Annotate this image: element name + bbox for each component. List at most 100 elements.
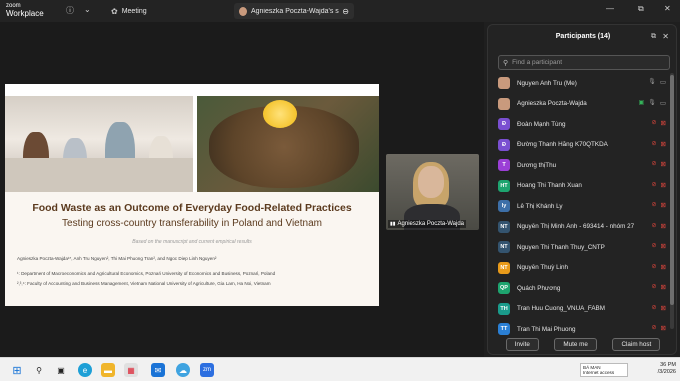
microphone-icon[interactable]: 🎙 [648,99,656,107]
search-icon[interactable]: ⚲ [32,363,46,377]
participant-row[interactable]: NT Nguyễn Thuỳ Linh ⊘ ⊠ [488,258,670,279]
camera-off-icon[interactable]: ⊠ [661,283,666,291]
microphone-icon[interactable]: 🎙 [648,78,656,86]
avatar: T [498,159,510,172]
participant-search-input[interactable]: ⚲ Find a participant [498,55,670,70]
avatar [239,6,247,16]
popout-icon[interactable]: ⧉ [651,33,656,41]
participant-row[interactable]: TH Tran Huu Cuong_VNUA_FABM ⊘ ⊠ [488,299,670,320]
avatar: NT [498,220,510,233]
more-icon[interactable]: ⊖ [342,7,349,16]
camera-icon[interactable]: ▭ [660,78,666,86]
microphone-muted-icon[interactable]: ⊘ [652,140,657,148]
participant-row[interactable]: TT Tran Thi Mai Phuong ⊘ ⊠ [488,319,670,340]
close-icon[interactable]: ✕ [662,32,669,41]
participant-row[interactable]: Agnieszka Poczta-Wajda ▣ 🎙 ▭ [488,94,670,115]
participant-name: Tran Huu Cuong_VNUA_FABM [517,305,605,313]
participant-name: Nguyen Thi Thanh Thuy_CNTP [517,243,605,251]
search-placeholder: Find a participant [512,59,563,66]
slide-subtitle: Testing cross-country transferability in… [62,218,322,229]
microphone-muted-icon[interactable]: ⊘ [652,283,657,291]
camera-off-icon[interactable]: ⊠ [661,324,666,332]
participant-row[interactable]: ly Lê Thị Khánh Ly ⊘ ⊠ [488,196,670,217]
zoom-app-icon[interactable]: zm [200,363,214,377]
camera-off-icon[interactable]: ⊠ [661,119,666,127]
avatar: HT [498,179,510,192]
microphone-muted-icon[interactable]: ⊘ [652,324,657,332]
camera-off-icon[interactable]: ⊠ [661,181,666,189]
microphone-muted-icon[interactable]: ⊘ [652,181,657,189]
tab-meeting[interactable]: ✿ Meeting [106,3,216,19]
maximize-icon[interactable]: ⧉ [638,4,644,14]
info-icon[interactable]: ⓘ [66,5,74,16]
people-cooking-photo [5,96,193,192]
camera-off-icon[interactable]: ⊠ [661,222,666,230]
camera-off-icon[interactable]: ⊠ [661,263,666,271]
avatar: TH [498,302,510,315]
edge-icon[interactable]: e [78,363,92,377]
mute-me-button[interactable]: Mute me [554,338,597,351]
avatar: Đ [498,138,510,151]
store-icon[interactable]: ▦ [124,363,138,377]
microphone-muted-icon[interactable]: ⊘ [652,263,657,271]
camera-off-icon[interactable]: ⊠ [661,201,666,209]
invite-button[interactable]: Invite [505,338,539,351]
participant-name: Quách Phương [517,284,561,292]
participant-status-icons: ⊘ ⊠ [652,283,666,291]
microphone-muted-icon[interactable]: ⊘ [652,160,657,168]
participant-name: Nguyen Anh Tru (Me) [517,79,577,87]
task-view-icon[interactable]: ▣ [54,363,68,377]
search-icon: ⚲ [503,59,509,67]
camera-icon[interactable]: ▭ [660,99,666,107]
participant-status-icons: ▣ 🎙 ▭ [639,99,666,107]
camera-off-icon[interactable]: ⊠ [661,304,666,312]
slide-title: Food Waste as an Outcome of Everyday Foo… [32,202,352,214]
participants-footer: Invite Mute me Claim host [488,338,678,351]
participant-status-icons: ⊘ ⊠ [652,119,666,127]
participant-name: Hoang Thi Thanh Xuan [517,182,582,190]
minimize-icon[interactable]: — [606,4,614,13]
camera-off-icon[interactable]: ⊠ [661,140,666,148]
participant-row[interactable]: T Dương thịThu ⊘ ⊠ [488,155,670,176]
participant-status-icons: ⊘ ⊠ [652,242,666,250]
participant-row[interactable]: Đ Đường Thanh Hằng K70QTKDA ⊘ ⊠ [488,135,670,156]
network-notification[interactable]: BÁ MAN Internet access [580,363,628,377]
close-icon[interactable]: ✕ [664,4,671,13]
participant-status-icons: 🎙 ▭ [648,78,666,86]
microphone-muted-icon[interactable]: ⊘ [652,119,657,127]
participant-row[interactable]: QP Quách Phương ⊘ ⊠ [488,278,670,299]
chevron-down-icon[interactable]: ⌄ [84,5,91,14]
avatar: Đ [498,118,510,131]
chat-icon[interactable]: ☁ [176,363,190,377]
participant-row[interactable]: NT Nguyen Thi Thanh Thuy_CNTP ⊘ ⊠ [488,237,670,258]
meeting-icon: ✿ [111,6,118,16]
speaker-video-thumbnail[interactable]: ▮▮ Agnieszka Poczta-Wajda [386,154,479,230]
participant-status-icons: ⊘ ⊠ [652,181,666,189]
participant-name: Nguyễn Thuỳ Linh [517,264,568,272]
participant-scrollbar[interactable] [670,73,674,329]
windows-start-icon[interactable]: ⊞ [10,363,24,377]
participant-status-icons: ⊘ ⊠ [652,222,666,230]
system-clock[interactable]: 36 PM /3/2026 [636,362,676,376]
video-name-label: ▮▮ Agnieszka Poczta-Wajda [388,220,466,228]
tab-screen-share[interactable]: Agnieszka Poczta-Wajda's screen ⊖ [234,3,354,19]
camera-off-icon[interactable]: ⊠ [661,242,666,250]
microphone-muted-icon[interactable]: ⊘ [652,222,657,230]
avatar: TT [498,323,510,336]
participant-name: Đường Thanh Hằng K70QTKDA [517,141,608,149]
mail-icon[interactable]: ✉ [151,363,165,377]
camera-off-icon[interactable]: ⊠ [661,160,666,168]
participant-row[interactable]: Đ Đoàn Mạnh Tùng ⊘ ⊠ [488,114,670,135]
participant-status-icons: ⊘ ⊠ [652,263,666,271]
participant-row[interactable]: Nguyen Anh Tru (Me) 🎙 ▭ [488,73,670,94]
microphone-muted-icon[interactable]: ⊘ [652,201,657,209]
microphone-muted-icon[interactable]: ⊘ [652,304,657,312]
participant-status-icons: ⊘ ⊠ [652,304,666,312]
participants-header: Participants (14) [555,33,611,40]
file-explorer-icon[interactable]: ▬ [101,363,115,377]
avatar [498,77,510,90]
microphone-muted-icon[interactable]: ⊘ [652,242,657,250]
claim-host-button[interactable]: Claim host [612,338,661,351]
participant-row[interactable]: HT Hoang Thi Thanh Xuan ⊘ ⊠ [488,176,670,197]
participant-row[interactable]: NT Nguyễn Thị Minh Ánh - 693414 - nhóm 27… [488,217,670,238]
